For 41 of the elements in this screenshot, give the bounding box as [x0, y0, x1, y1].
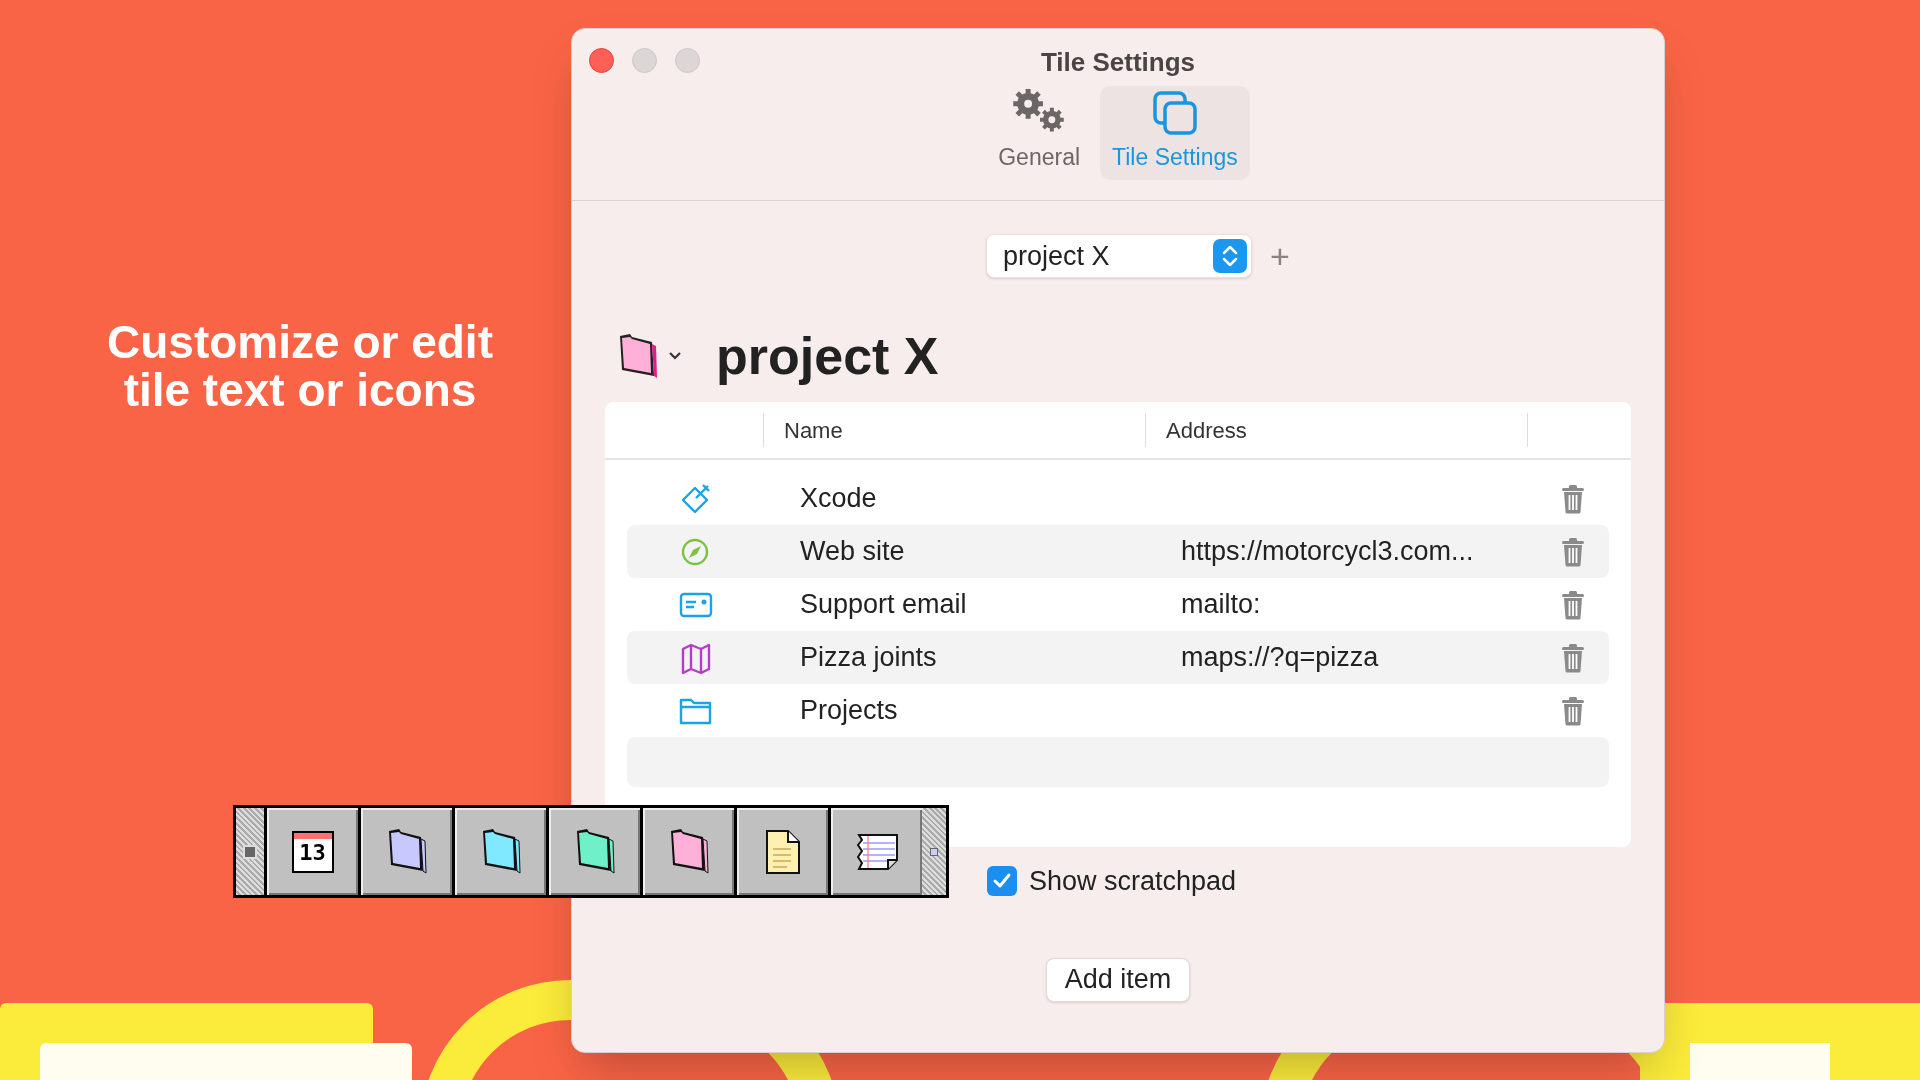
tile-button[interactable] [358, 808, 452, 895]
document-icon [763, 828, 802, 875]
name-cell-text: Pizza joints [799, 641, 938, 675]
address-cell-text: mailto: [1180, 588, 1262, 622]
stepper-icon [1213, 239, 1248, 273]
delete-button[interactable] [1561, 695, 1585, 726]
promo-heading: Customize or edit tile text or icons [106, 318, 494, 414]
column-header[interactable]: Name [763, 413, 1145, 447]
delete-button[interactable] [1561, 536, 1585, 567]
window-title: Tile Settings [1040, 46, 1196, 79]
delete-button[interactable] [1561, 642, 1585, 673]
drag-handle[interactable] [236, 808, 264, 895]
set-popup[interactable]: project X [986, 234, 1253, 278]
address-cell-text: maps://?q=pizza [1180, 641, 1380, 675]
chevron-down-icon [668, 351, 682, 361]
trash-icon [1561, 483, 1585, 514]
trash-icon [1561, 695, 1585, 726]
add-item-button[interactable]: Add item [1045, 957, 1191, 1002]
delete-button[interactable] [1561, 483, 1585, 514]
toolbar-tab[interactable]: General [986, 86, 1093, 180]
name-cell-text: Web site [799, 535, 906, 569]
address-cell-text: https://motorcycl3.com... [1180, 535, 1475, 569]
tile-button[interactable]: 13 [264, 808, 358, 895]
name-cell-text: Support email [799, 588, 968, 622]
overlapping-squares-icon [1150, 89, 1199, 136]
show-scratchpad-checkbox[interactable]: Show scratchpad [987, 861, 1664, 902]
delete-button[interactable] [1561, 589, 1585, 620]
drag-handle[interactable] [922, 808, 946, 895]
tile-button[interactable] [640, 808, 734, 895]
calendar-date: 13 [298, 841, 327, 864]
close-button[interactable] [589, 48, 614, 73]
column-header[interactable]: Address [1145, 413, 1527, 447]
name-cell-text: Projects [799, 694, 899, 728]
trash-icon [1561, 589, 1585, 620]
trash-icon [1561, 642, 1585, 673]
tile-button[interactable] [452, 808, 546, 895]
tile-button[interactable] [828, 808, 922, 895]
trash-icon [1561, 536, 1585, 567]
tile-button[interactable] [734, 808, 828, 895]
tile-button[interactable] [546, 808, 640, 895]
name-cell-text: Xcode [799, 482, 878, 516]
